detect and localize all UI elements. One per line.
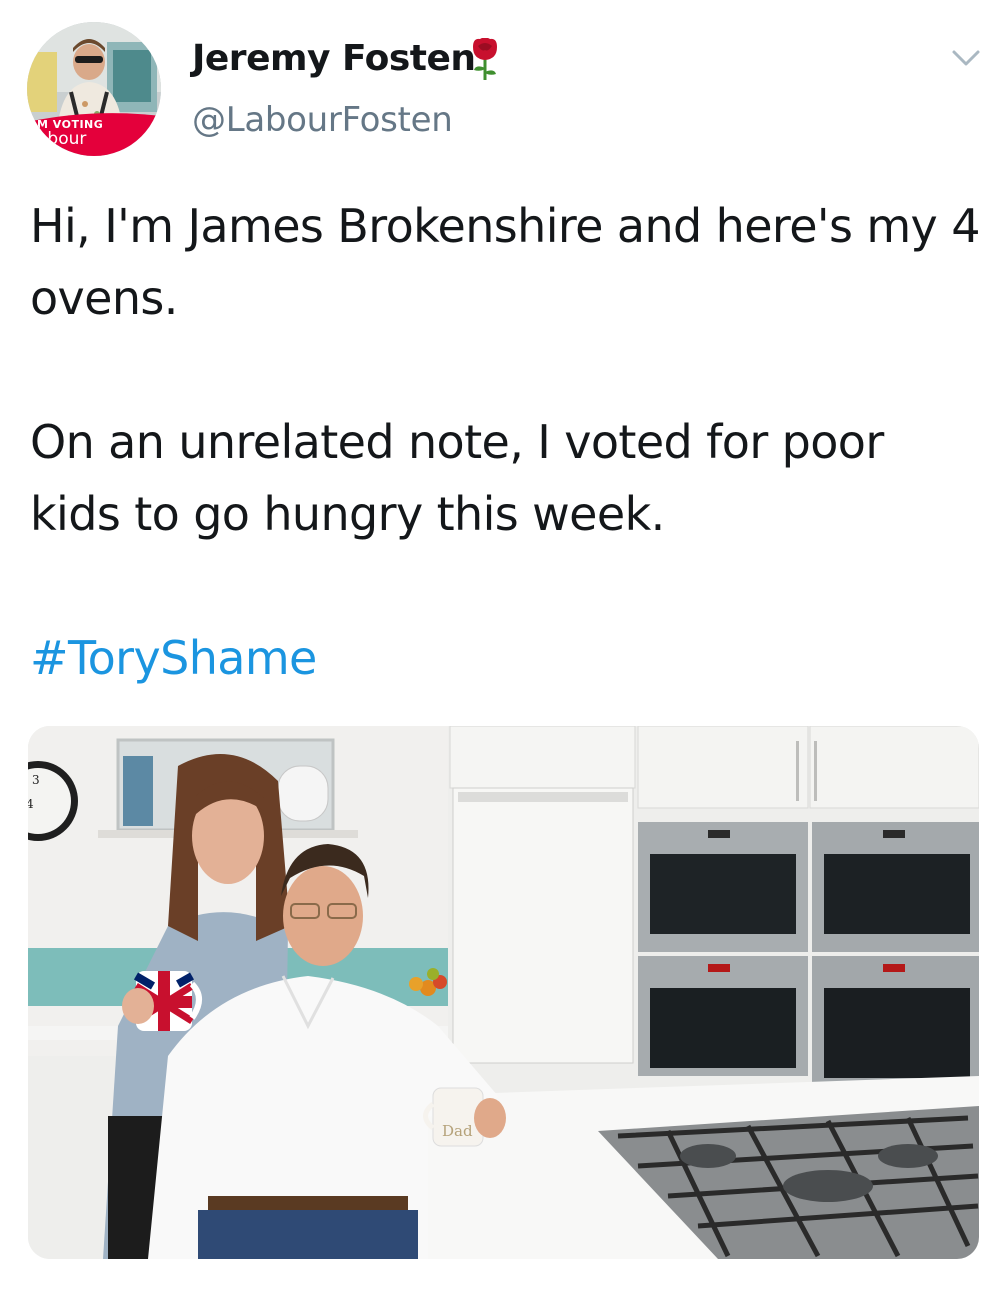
clock-number-3: 3: [32, 773, 40, 787]
avatar-badge-line2: abour: [37, 129, 87, 149]
avatar-badge: M VOTING abour: [27, 112, 161, 156]
hashtag-link[interactable]: #ToryShame: [30, 631, 317, 685]
chevron-down-icon[interactable]: [950, 46, 982, 70]
tweet-line-2: On an unrelated note, I voted for poor k…: [30, 415, 884, 541]
mug-label: Dad: [442, 1122, 473, 1140]
avatar-badge-text: M VOTING abour: [37, 119, 103, 148]
avatar[interactable]: M VOTING abour: [27, 22, 161, 156]
display-name[interactable]: Jeremy Fosten: [192, 38, 476, 79]
tweet-photo[interactable]: 3 4 Dad: [28, 726, 979, 1259]
tweet-line-1: Hi, I'm James Brokenshire and here's my …: [30, 199, 980, 325]
rose-icon: [473, 38, 497, 80]
kitchen-photo: 3 4 Dad: [28, 726, 979, 1259]
tweet: M VOTING abour Jeremy Fosten @LabourFost…: [0, 0, 1000, 1290]
clock-number-4: 4: [28, 797, 34, 811]
tweet-text: Hi, I'm James Brokenshire and here's my …: [30, 190, 980, 694]
handle[interactable]: @LabourFosten: [192, 100, 453, 140]
